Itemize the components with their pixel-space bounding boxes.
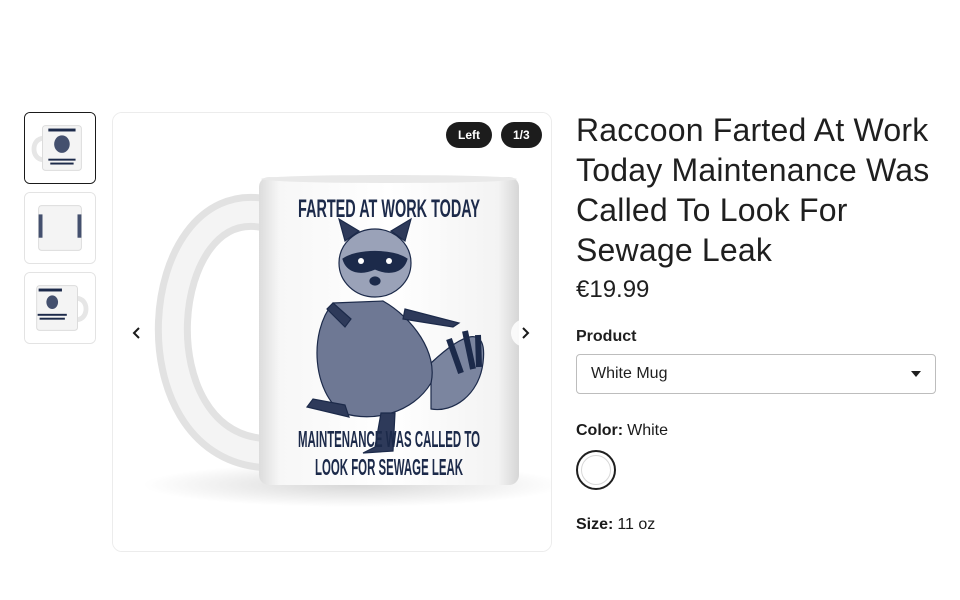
product-select-label: Product: [576, 328, 637, 345]
thumbnail-left-view[interactable]: [24, 112, 96, 184]
product-select[interactable]: White Mug: [576, 354, 936, 394]
main-product-image: FARTED AT WORK TODAY MAINTENANCE WAS CAL…: [112, 112, 552, 552]
color-value: White: [627, 422, 669, 439]
color-row: Color: White: [576, 422, 936, 440]
view-side-badge: Left: [446, 122, 492, 148]
product-info-panel: Raccoon Farted At Work Today Maintenance…: [576, 110, 936, 534]
chevron-left-icon: [132, 327, 140, 339]
mug-bottom-text-line-2: LOOK FOR SEWAGE LEAK: [315, 454, 463, 480]
color-swatch-white[interactable]: [576, 450, 616, 490]
mug-image: FARTED AT WORK TODAY MAINTENANCE WAS CAL…: [113, 113, 551, 551]
color-swatch-fill: [581, 455, 611, 485]
mug-right-thumbnail-image: [25, 273, 95, 343]
mug-center-thumbnail-image: [25, 193, 95, 263]
product-title: Raccoon Farted At Work Today Maintenance…: [576, 112, 930, 268]
product-select-value: White Mug: [591, 365, 668, 382]
product-price: €19.99: [576, 276, 650, 303]
size-label: Size:: [576, 516, 614, 533]
chevron-right-icon: [522, 327, 530, 339]
size-value: 11 oz: [617, 516, 656, 533]
image-count-badge: 1/3: [501, 122, 542, 148]
mug-bottom-text-line-1: MAINTENANCE WAS CALLED TO: [298, 426, 480, 452]
thumbnail-center-view[interactable]: [24, 192, 96, 264]
mug-left-thumbnail-image: [25, 113, 95, 183]
mug-top-text: FARTED AT WORK TODAY: [298, 195, 480, 223]
caret-down-icon: [911, 371, 921, 377]
size-row: Size: 11 oz: [576, 516, 936, 534]
previous-image-button[interactable]: [123, 319, 151, 347]
color-label: Color:: [576, 422, 624, 439]
thumbnail-list: [24, 112, 96, 352]
next-image-button[interactable]: [511, 319, 539, 347]
thumbnail-right-view[interactable]: [24, 272, 96, 344]
